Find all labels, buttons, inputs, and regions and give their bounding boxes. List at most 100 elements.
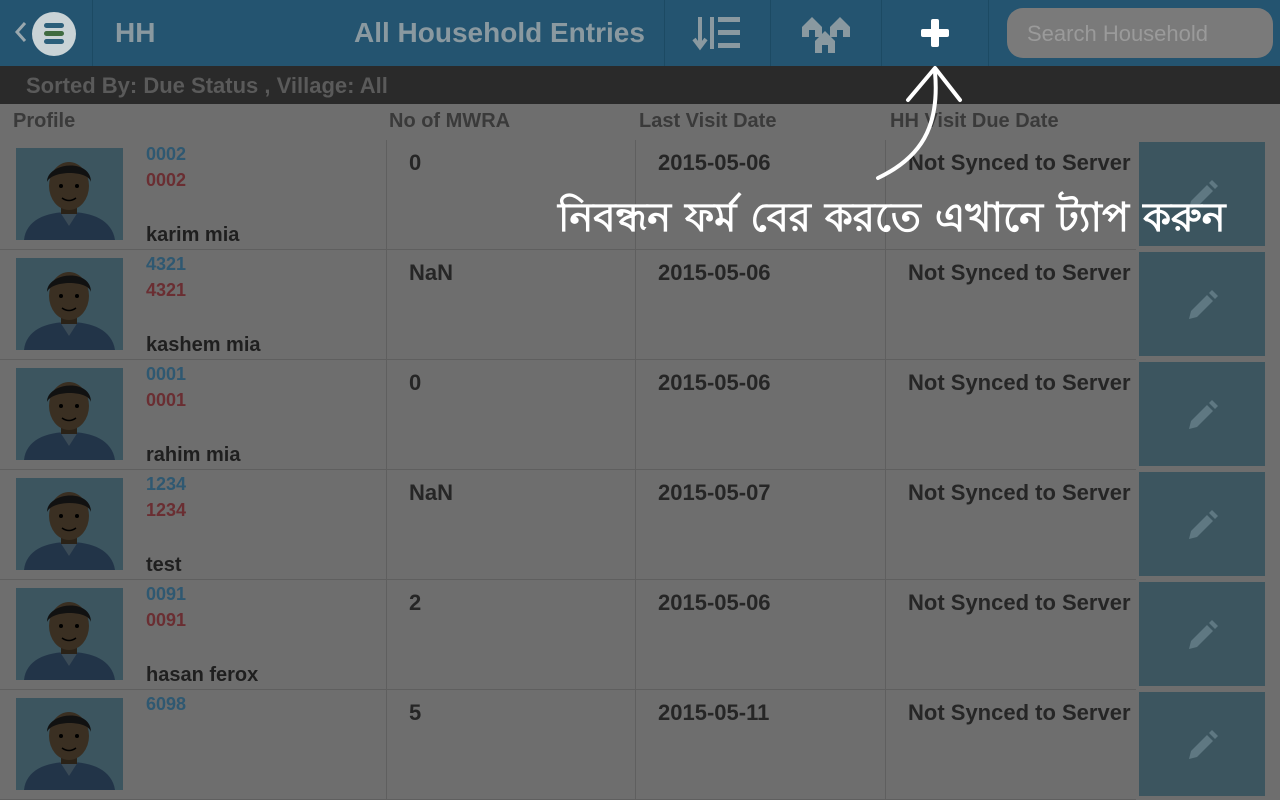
household-id: 0091	[146, 584, 187, 604]
due-date-cell: Not Synced to Server	[886, 360, 1136, 470]
mwra-count: 2	[409, 590, 422, 615]
last-visit-cell: 2015-05-06	[636, 580, 886, 690]
due-date-cell: Not Synced to Server	[886, 580, 1136, 690]
sort-icon	[691, 17, 740, 51]
add-household-button[interactable]	[881, 0, 988, 66]
household-head-name: karim mia	[146, 224, 240, 246]
due-date-cell: Not Synced to Server	[886, 690, 1136, 800]
mwra-cell: 0	[387, 360, 636, 470]
due-date-cell: Not Synced to Server	[886, 470, 1136, 580]
profile-cell: 0001 0001 rahim mia	[0, 360, 387, 470]
due-status: Not Synced to Server	[908, 480, 1131, 505]
edit-icon	[1189, 290, 1218, 319]
member-id: 0002	[146, 170, 187, 190]
last-visit-cell: 2015-05-07	[636, 470, 886, 580]
app-logo-icon	[32, 12, 76, 56]
tutorial-arrow-icon	[876, 66, 962, 180]
top-app-bar: HH All Household Entries Search Househol…	[0, 0, 1280, 66]
edit-button[interactable]	[1139, 692, 1265, 796]
due-status: Not Synced to Server	[908, 700, 1131, 725]
mwra-cell: NaN	[387, 470, 636, 580]
sort-button[interactable]	[664, 0, 770, 66]
last-visit-date: 2015-05-07	[658, 480, 771, 505]
last-visit-cell: 2015-05-06	[636, 360, 886, 470]
mwra-count: 0	[409, 150, 422, 175]
edit-icon	[1189, 730, 1218, 759]
due-status: Not Synced to Server	[908, 260, 1131, 285]
tutorial-hint-text: নিবন্ধন ফর্ম বের করতে এখানে ট্যাপ করুন	[558, 195, 1226, 241]
avatar-icon	[24, 602, 115, 680]
household-row[interactable]: 0091 0091 hasan ferox 2 2015-05-06 Not S…	[0, 580, 1280, 690]
household-row[interactable]: 4321 4321 kashem mia NaN 2015-05-06 Not …	[0, 250, 1280, 360]
mwra-count: NaN	[409, 480, 454, 505]
edit-icon	[1189, 510, 1218, 539]
column-header-profile: Profile	[13, 110, 76, 132]
avatar-icon	[24, 272, 115, 350]
avatar	[16, 478, 123, 570]
household-row[interactable]: 6098 5 2015-05-11 Not Synced to Server	[0, 690, 1280, 800]
back-icon	[14, 22, 27, 42]
add-icon	[921, 19, 949, 47]
profile-cell: 0002 0002 karim mia	[0, 140, 387, 250]
avatar	[16, 258, 123, 350]
member-id: 4321	[146, 280, 187, 300]
household-head-name: kashem mia	[146, 334, 261, 356]
due-status: Not Synced to Server	[908, 590, 1131, 615]
last-visit-date: 2015-05-06	[658, 260, 771, 285]
avatar-icon	[24, 382, 115, 460]
household-id: 6098	[146, 694, 187, 714]
last-visit-date: 2015-05-11	[658, 700, 770, 725]
households-icon	[802, 17, 850, 53]
avatar-icon	[24, 162, 115, 240]
last-visit-date: 2015-05-06	[658, 590, 771, 615]
household-id: 1234	[146, 474, 187, 494]
search-placeholder: Search Household	[1027, 21, 1209, 46]
household-row[interactable]: 1234 1234 test NaN 2015-05-07 Not Synced…	[0, 470, 1280, 580]
page-title: All Household Entries	[354, 17, 645, 48]
household-id: 0001	[146, 364, 187, 384]
member-id: 0091	[146, 610, 187, 630]
household-head-name: test	[146, 554, 182, 576]
last-visit-cell: 2015-05-06	[636, 250, 886, 360]
household-id: 0002	[146, 144, 187, 164]
edit-button[interactable]	[1139, 472, 1265, 576]
edit-icon	[1189, 400, 1218, 429]
member-id: 1234	[146, 500, 187, 520]
sort-info-text: Sorted By: Due Status , Village: All	[26, 73, 388, 98]
mwra-cell: 5	[387, 690, 636, 800]
household-row[interactable]: 0001 0001 rahim mia 0 2015-05-06 Not Syn…	[0, 360, 1280, 470]
avatar	[16, 368, 123, 460]
profile-cell: 6098	[0, 690, 387, 800]
mwra-cell: NaN	[387, 250, 636, 360]
edit-icon	[1189, 620, 1218, 649]
avatar-icon	[24, 492, 115, 570]
column-header-mwra: No of MWRA	[389, 110, 511, 132]
last-visit-cell: 2015-05-11	[636, 690, 886, 800]
households-button[interactable]	[770, 0, 881, 66]
profile-cell: 4321 4321 kashem mia	[0, 250, 387, 360]
mwra-count: 0	[409, 370, 422, 395]
edit-button[interactable]	[1139, 582, 1265, 686]
back-button[interactable]	[0, 0, 93, 66]
avatar	[16, 588, 123, 680]
edit-button[interactable]	[1139, 362, 1265, 466]
sort-info-bar: Sorted By: Due Status , Village: All	[0, 66, 1280, 104]
due-status: Not Synced to Server	[908, 370, 1131, 395]
profile-cell: 1234 1234 test	[0, 470, 387, 580]
member-id: 0001	[146, 390, 187, 410]
avatar-icon	[24, 712, 115, 790]
avatar	[16, 148, 123, 240]
household-head-name: hasan ferox	[146, 664, 259, 686]
edit-button[interactable]	[1139, 252, 1265, 356]
household-head-name: rahim mia	[146, 444, 241, 466]
hh-label: HH	[115, 17, 156, 48]
last-visit-date: 2015-05-06	[658, 150, 771, 175]
due-date-cell: Not Synced to Server	[886, 250, 1136, 360]
column-header-last-visit: Last Visit Date	[639, 110, 777, 132]
profile-cell: 0091 0091 hasan ferox	[0, 580, 387, 690]
household-id: 4321	[146, 254, 187, 274]
last-visit-date: 2015-05-06	[658, 370, 771, 395]
mwra-count: NaN	[409, 260, 454, 285]
mwra-count: 5	[409, 700, 422, 725]
search-input[interactable]: Search Household	[1007, 8, 1273, 58]
